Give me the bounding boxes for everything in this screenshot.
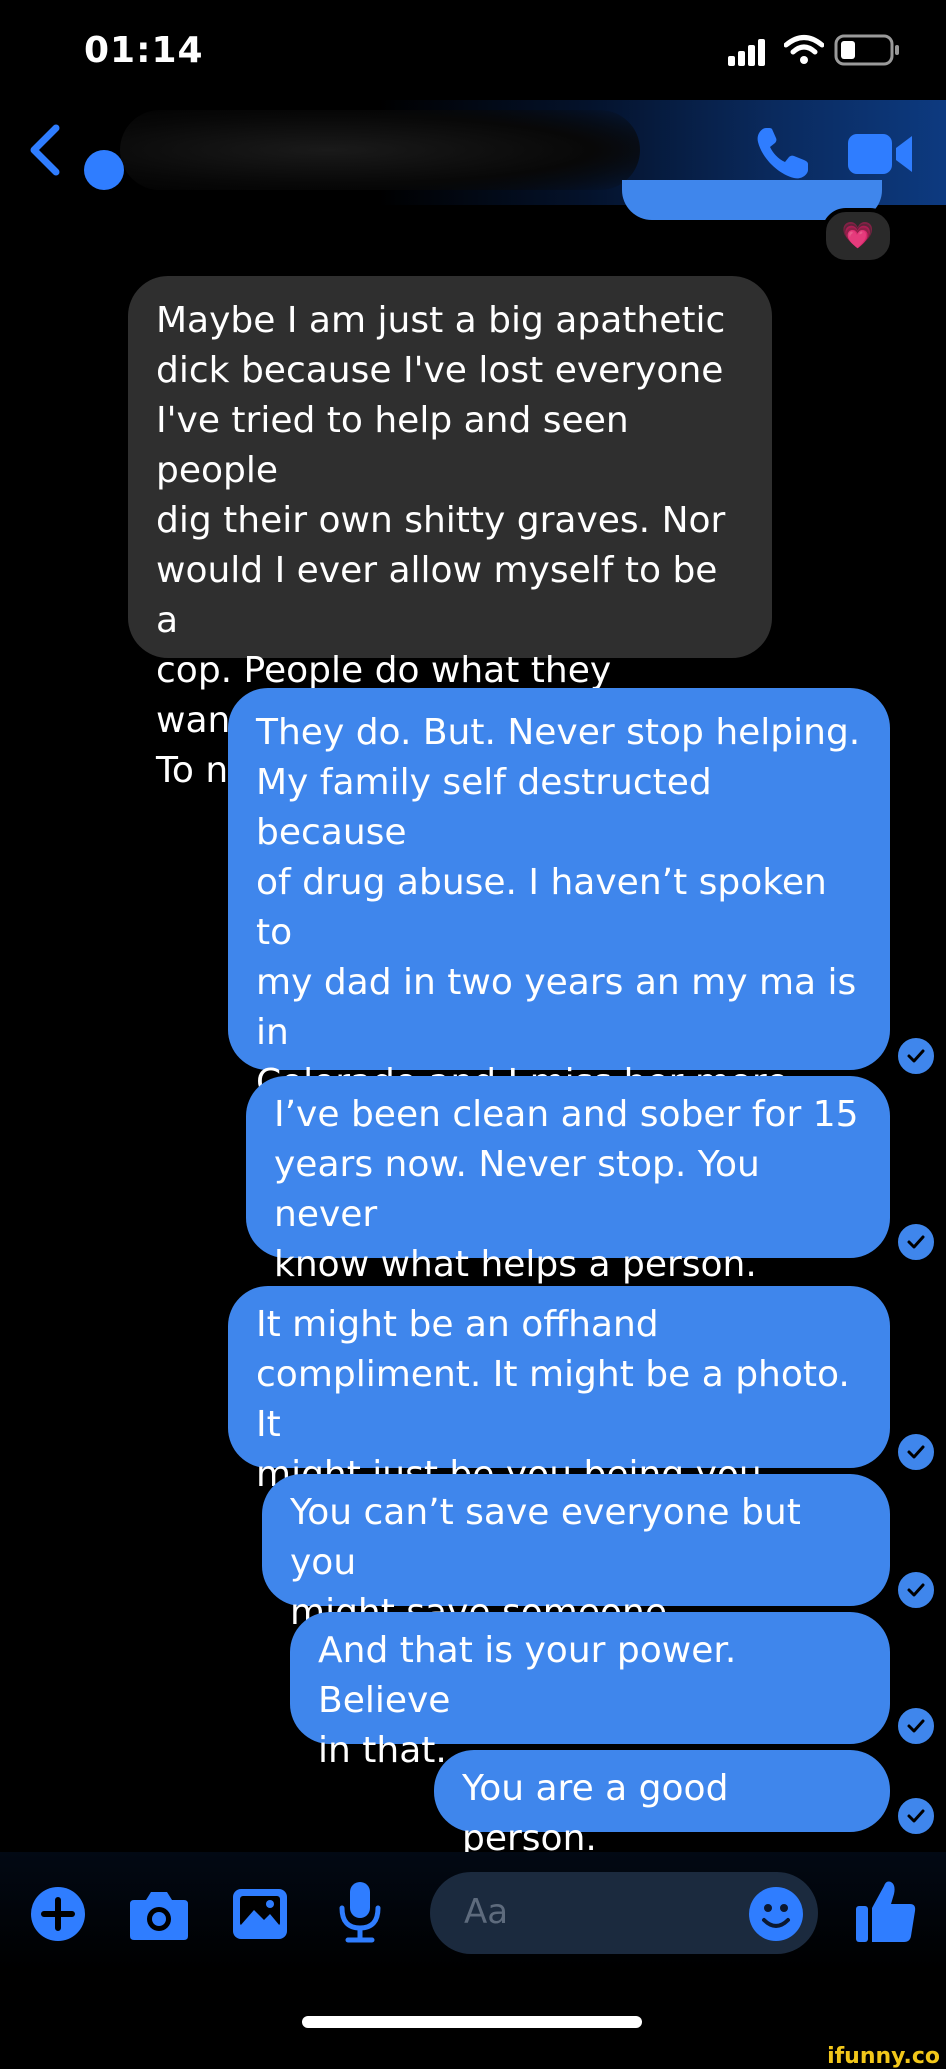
sent-message[interactable]: And that is your power. Believe in that. <box>290 1612 890 1771</box>
sent-message[interactable]: You can’t save everyone but you might sa… <box>262 1474 890 1633</box>
more-actions-button[interactable] <box>30 1886 86 1946</box>
thumbs-up-icon <box>856 1881 916 1942</box>
contact-avatar[interactable] <box>84 150 124 190</box>
voice-call-button[interactable] <box>752 124 812 184</box>
message-text: You are a good person. <box>462 1768 729 1859</box>
smiley-icon <box>749 1887 803 1941</box>
read-receipt-icon <box>896 1796 936 1836</box>
heart-reaction[interactable]: 💗 <box>822 208 894 264</box>
microphone-icon <box>339 1882 381 1943</box>
read-receipt-icon <box>896 1036 936 1076</box>
sent-message[interactable]: They do. But. Never stop helping. My fam… <box>228 688 890 1253</box>
watermark: ifunny.co <box>0 2044 946 2069</box>
back-button[interactable] <box>26 120 124 190</box>
status-time: 01:14 <box>84 30 204 71</box>
read-receipt-icon <box>896 1432 936 1472</box>
message-input[interactable]: Aa <box>430 1872 818 1954</box>
heart-icon: 💗 <box>841 221 875 251</box>
gallery-button[interactable] <box>230 1886 290 1946</box>
message-text: I’ve been clean and sober for 15 years n… <box>274 1094 859 1285</box>
sent-message[interactable]: You are a good person. <box>434 1750 890 1859</box>
voice-message-button[interactable] <box>338 1880 382 1948</box>
contact-name-redacted <box>120 110 640 190</box>
plus-icon <box>31 1887 85 1941</box>
watermark-text: ifunny.co <box>827 2044 940 2069</box>
wifi-icon <box>784 35 824 64</box>
camera-icon <box>130 1892 188 1940</box>
video-call-button[interactable] <box>846 128 914 180</box>
emoji-button[interactable] <box>748 1886 804 1942</box>
read-receipt-icon <box>896 1706 936 1746</box>
sent-message[interactable]: I’ve been clean and sober for 15 years n… <box>246 1076 890 1285</box>
phone-icon <box>757 128 808 179</box>
message-input-placeholder: Aa <box>464 1892 509 1932</box>
signal-icon <box>728 39 765 66</box>
sent-message[interactable]: It might be an offhand compliment. It mi… <box>228 1286 890 1495</box>
image-icon <box>233 1889 287 1939</box>
like-button[interactable] <box>854 1876 918 1946</box>
chevron-left-icon <box>30 124 60 176</box>
video-camera-icon <box>848 134 912 174</box>
read-receipt-icon <box>896 1222 936 1262</box>
message-composer: Aa <box>0 1852 946 2068</box>
home-indicator[interactable] <box>302 2016 642 2028</box>
message-text: It might be an offhand compliment. It mi… <box>256 1304 850 1495</box>
status-bar: 01:14 <box>0 0 946 100</box>
read-receipt-icon <box>896 1570 936 1610</box>
camera-button[interactable] <box>128 1886 190 1946</box>
received-message[interactable]: Maybe I am just a big apathetic dick bec… <box>128 276 772 791</box>
battery-icon <box>834 34 899 66</box>
